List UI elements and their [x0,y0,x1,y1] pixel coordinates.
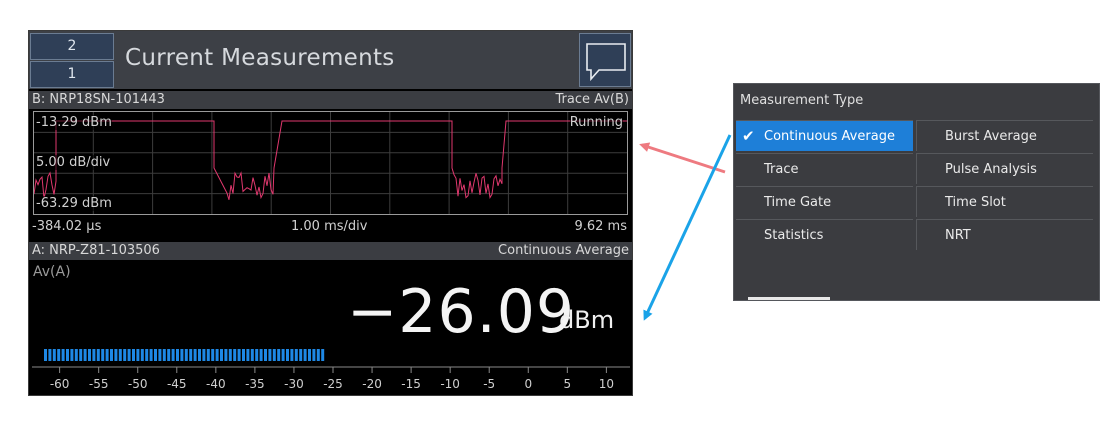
annotation-arrows [639,134,732,321]
red-arrow [639,142,726,174]
blue-arrow [643,134,732,321]
